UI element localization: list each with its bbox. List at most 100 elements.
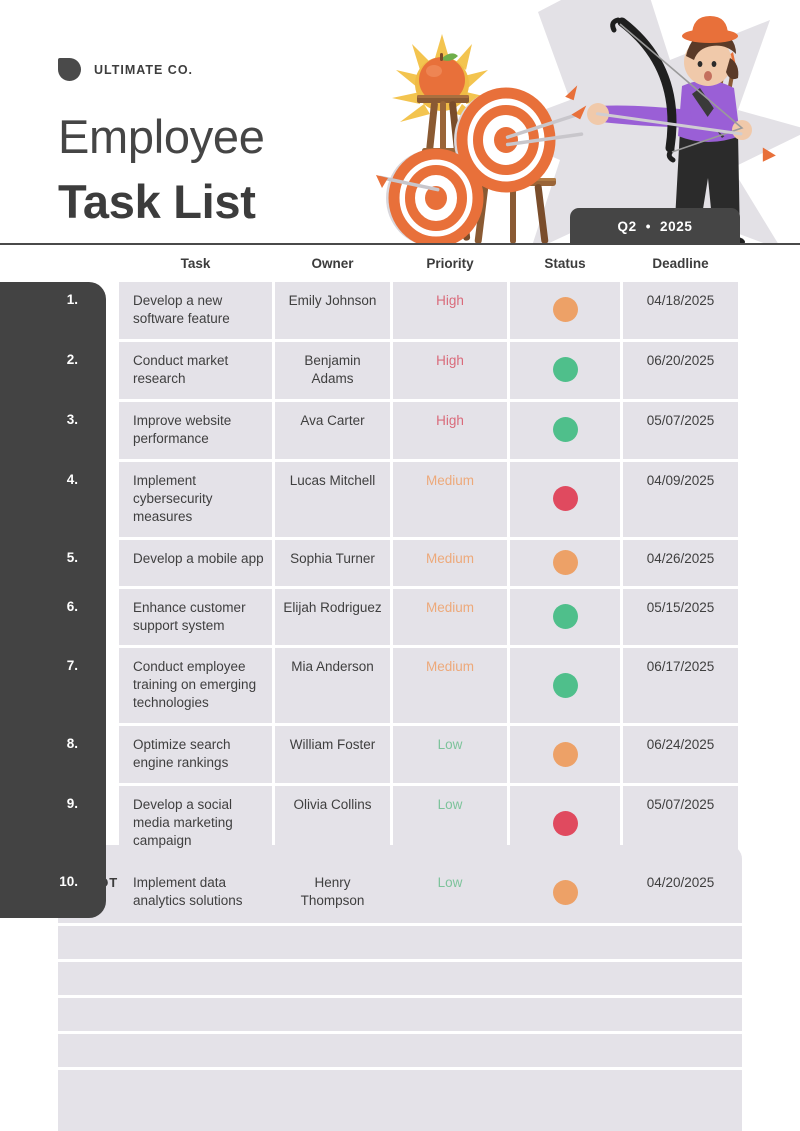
task-cell-text: Conduct market research — [133, 352, 229, 386]
deadline-cell: 05/07/2025 — [623, 786, 738, 862]
task-cell: Conduct employee training on emerging te… — [119, 648, 272, 724]
row-number: 6. — [66, 598, 78, 614]
task-table: Task Owner Priority Status Deadline 1. De… — [0, 245, 800, 924]
row-number: 2. — [66, 351, 78, 367]
owner-cell-text: Elijah Rodriguez — [283, 599, 382, 615]
table-row[interactable]: 3. Improve website performance Ava Carter H… — [0, 401, 800, 459]
owner-cell: Mia Anderson — [275, 648, 390, 724]
priority-label: Low — [437, 875, 463, 891]
priority-cell: Medium — [393, 648, 507, 724]
table-header-row: Task Owner Priority Status Deadline — [0, 245, 800, 282]
status-cell[interactable] — [510, 341, 620, 399]
row-number-cell: 3. — [0, 402, 106, 459]
table-row[interactable]: 8. Optimize search engine rankings William… — [0, 726, 800, 784]
page-root: ULTIMATE CO. Employee Task List Q2 • 202… — [0, 0, 800, 1131]
deadline-cell-text: 04/09/2025 — [646, 472, 715, 488]
task-cell: Improve website performance — [119, 401, 272, 459]
column-header-task: Task — [180, 256, 211, 271]
priority-label: Medium — [425, 599, 474, 615]
deadline-cell-text: 05/07/2025 — [646, 412, 715, 428]
notes-divider — [58, 1067, 742, 1070]
brand-name: ULTIMATE CO. — [94, 62, 194, 77]
owner-cell: Elijah Rodriguez — [275, 588, 390, 646]
task-cell: Develop a new software feature — [119, 282, 272, 339]
table-row[interactable]: 1. Develop a new software feature Emily Jo… — [0, 282, 800, 339]
status-cell[interactable] — [510, 401, 620, 459]
row-number: 9. — [66, 796, 78, 812]
row-number: 7. — [66, 658, 78, 674]
quarter-separator-icon: • — [645, 218, 652, 234]
row-number: 3. — [66, 411, 78, 427]
row-number-cell: 5. — [0, 540, 106, 586]
task-cell: Develop a mobile app — [119, 539, 272, 586]
owner-cell-text: Emily Johnson — [288, 293, 377, 308]
status-cell[interactable] — [510, 461, 620, 537]
page-title-line2: Task List — [58, 175, 256, 228]
priority-label: Medium — [425, 550, 474, 566]
priority-cell: High — [393, 282, 507, 339]
row-number-cell: 9. — [0, 786, 106, 861]
status-dot-icon — [552, 879, 578, 905]
column-header-owner: Owner — [311, 256, 354, 271]
priority-cell: Medium — [393, 539, 507, 586]
priority-label: Low — [437, 797, 463, 813]
table-row[interactable]: 9. Develop a social media marketing campa… — [0, 786, 800, 862]
table-row[interactable]: 5. Develop a mobile app Sophia Turner Mediu… — [0, 539, 800, 586]
page-title-line1: Employee — [58, 110, 265, 163]
table-row[interactable]: 2. Conduct market research Benjamin Adams H… — [0, 341, 800, 399]
quarter-label: Q2 — [617, 219, 637, 234]
row-number-cell: 1. — [0, 282, 106, 339]
owner-cell-text: Henry Thompson — [300, 875, 365, 909]
table-row[interactable]: 7. Conduct employee training on emerging … — [0, 648, 800, 724]
owner-cell-text: Benjamin Adams — [304, 352, 361, 386]
owner-cell-text: Lucas Mitchell — [289, 472, 376, 488]
status-cell[interactable] — [510, 864, 620, 922]
status-cell[interactable] — [510, 539, 620, 586]
table-row[interactable]: 10. Implement data analytics solutions Hen… — [0, 864, 800, 922]
deadline-cell: 05/07/2025 — [623, 401, 738, 459]
row-number: 8. — [66, 736, 78, 752]
status-cell[interactable] — [510, 786, 620, 862]
priority-cell: Low — [393, 786, 507, 862]
priority-label: High — [436, 352, 464, 368]
task-cell-text: Conduct employee training on emerging te… — [133, 659, 257, 711]
task-cell-text: Optimize search engine rankings — [133, 737, 231, 771]
deadline-cell-text: 05/07/2025 — [646, 797, 715, 813]
row-number-cell: 7. — [0, 648, 106, 723]
deadline-cell-text: 04/26/2025 — [646, 550, 715, 566]
status-cell[interactable] — [510, 648, 620, 724]
owner-cell-text: Ava Carter — [300, 412, 365, 428]
status-cell[interactable] — [510, 726, 620, 784]
task-cell: Enhance customer support system — [119, 588, 272, 646]
owner-cell: Emily Johnson — [275, 282, 390, 339]
deadline-cell-text: 05/15/2025 — [646, 599, 715, 615]
deadline-cell-text: 06/20/2025 — [646, 352, 715, 368]
owner-cell-text: William Foster — [289, 737, 376, 753]
owner-cell-text: Sophia Turner — [290, 550, 375, 566]
task-cell: Implement cybersecurity measures — [119, 461, 272, 537]
status-dot-icon — [552, 672, 578, 698]
status-dot-icon — [552, 741, 578, 767]
row-number-cell: 2. — [0, 342, 106, 399]
owner-cell: Ava Carter — [275, 401, 390, 459]
deadline-cell-text: 06/17/2025 — [646, 659, 715, 675]
deadline-cell: 04/09/2025 — [623, 461, 738, 537]
priority-cell: Low — [393, 864, 507, 922]
table-row[interactable]: 6. Enhance customer support system Elijah … — [0, 588, 800, 646]
priority-label: High — [436, 293, 464, 308]
status-dot-icon — [552, 549, 578, 575]
row-number: 4. — [66, 471, 78, 487]
deadline-cell: 04/20/2025 — [623, 864, 738, 922]
deadline-cell-text: 06/24/2025 — [646, 737, 715, 753]
task-cell: Optimize search engine rankings — [119, 726, 272, 784]
status-cell[interactable] — [510, 588, 620, 646]
column-header-status: Status — [544, 256, 586, 271]
task-cell: Conduct market research — [119, 341, 272, 399]
owner-cell: Lucas Mitchell — [275, 461, 390, 537]
status-cell[interactable] — [510, 282, 620, 339]
deadline-cell: 06/24/2025 — [623, 726, 738, 784]
row-number-cell: 10. — [0, 864, 106, 921]
owner-cell: William Foster — [275, 726, 390, 784]
row-number-cell: 4. — [0, 462, 106, 537]
table-row[interactable]: 4. Implement cybersecurity measures Lucas … — [0, 461, 800, 537]
